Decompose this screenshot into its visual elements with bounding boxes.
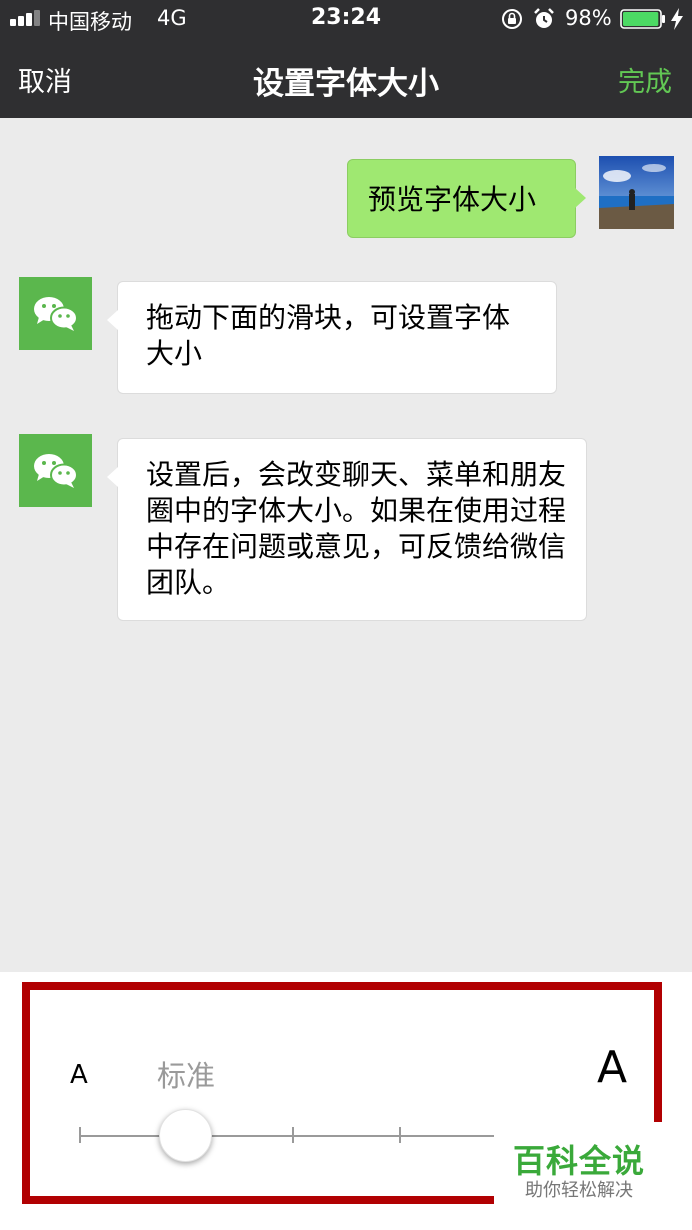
orientation-lock-icon xyxy=(502,9,522,29)
self-message-bubble: 预览字体大小 xyxy=(347,159,586,238)
wechat-logo-icon xyxy=(34,297,78,331)
battery-percent: 98% xyxy=(565,6,612,30)
status-bar: 中国移动 4G 23:24 98% xyxy=(0,0,692,38)
wechat-avatar xyxy=(19,277,92,350)
user-avatar xyxy=(599,156,674,229)
battery-icon xyxy=(620,9,665,29)
wechat-logo-icon xyxy=(34,454,78,488)
watermark-subtitle: 助你轻松解决 xyxy=(525,1180,633,1201)
charging-icon xyxy=(671,8,683,30)
system-message-bubble: 设置后，会改变聊天、菜单和朋友圈中的字体大小。如果在使用过程中存在问题或意见，可… xyxy=(107,438,587,621)
top-bar: 中国移动 4G 23:24 98% 取消 设置字体大小 完成 xyxy=(0,0,692,118)
system-message-bubble: 拖动下面的滑块，可设置字体大小 xyxy=(107,281,557,394)
alarm-icon xyxy=(534,8,554,28)
page-title: 设置字体大小 xyxy=(253,66,439,102)
watermark: 百科全说 助你轻松解决 xyxy=(494,1122,669,1230)
wechat-avatar xyxy=(19,434,92,507)
done-button[interactable]: 完成 xyxy=(618,60,672,99)
